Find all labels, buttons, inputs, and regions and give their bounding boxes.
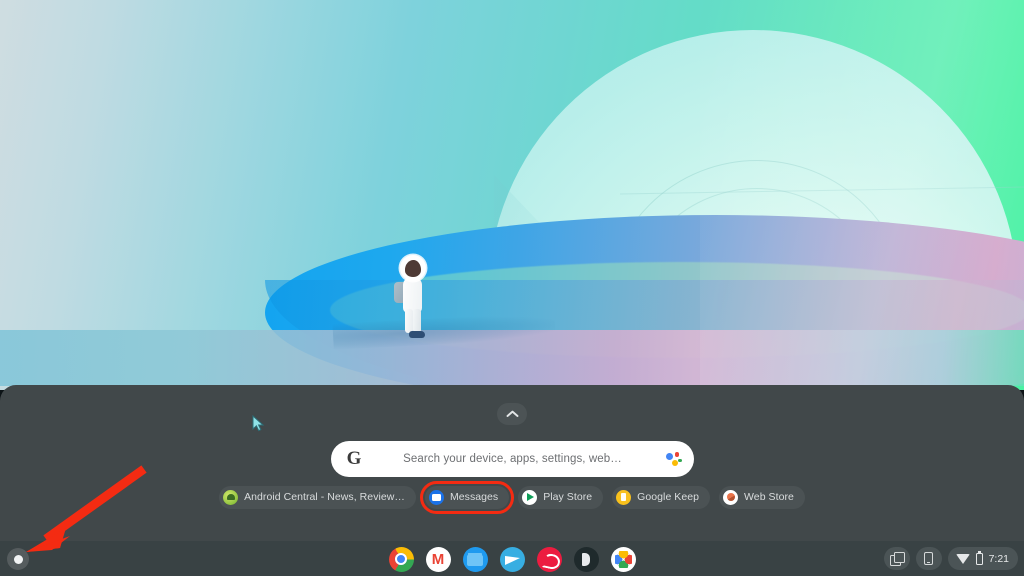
chip-play-store[interactable]: Play Store: [518, 485, 604, 509]
search-input[interactable]: Search your device, apps, settings, web…: [331, 441, 694, 477]
shelf-app-gmail[interactable]: [425, 546, 451, 572]
mouse-cursor: [252, 415, 265, 432]
astronaut-figure: [392, 255, 436, 340]
astronaut-leg-right: [413, 309, 421, 333]
chip-android-central[interactable]: Android Central - News, Review…: [219, 485, 416, 509]
chip-messages[interactable]: Messages: [419, 480, 515, 514]
chromeos-desktop: G Search your device, apps, settings, we…: [0, 0, 1024, 576]
astronaut-leg-left: [405, 309, 413, 333]
clock-label: 7:21: [988, 552, 1009, 565]
shelf-app-authy[interactable]: [536, 546, 562, 572]
web-store-icon: [723, 489, 739, 505]
phone-hub-icon: [924, 552, 934, 565]
google-assistant-icon[interactable]: [666, 452, 682, 467]
status-tray: 7:21: [883, 547, 1018, 570]
chip-google-keep[interactable]: Google Keep: [612, 485, 711, 509]
astronaut-body: [403, 277, 422, 313]
annotation-arrow: [26, 465, 147, 552]
battery-icon: [975, 550, 983, 565]
phone-hub-button[interactable]: [915, 547, 942, 570]
shelf-app-telegram[interactable]: [499, 546, 525, 572]
android-central-icon: [223, 489, 239, 505]
shelf-app-chrome[interactable]: [388, 546, 414, 572]
screen-capture-button[interactable]: [883, 547, 910, 570]
google-keep-icon: [616, 489, 632, 505]
chip-web-store[interactable]: Web Store: [719, 485, 805, 509]
wifi-icon: [955, 553, 970, 564]
play-store-icon: [522, 489, 538, 505]
shelf-app-google-photos[interactable]: [610, 546, 636, 572]
chip-label: Google Keep: [637, 491, 700, 503]
desktop-wallpaper: [0, 0, 1024, 390]
shelf-app-files[interactable]: [462, 546, 488, 572]
chip-label: Play Store: [543, 491, 593, 503]
astronaut-boot: [409, 331, 425, 338]
chip-label: Web Store: [744, 491, 794, 503]
shelf-app-dark-app[interactable]: [573, 546, 599, 572]
chip-label: Android Central - News, Review…: [244, 491, 405, 503]
search-bar[interactable]: G Search your device, apps, settings, we…: [331, 441, 694, 477]
status-area-button[interactable]: 7:21: [947, 547, 1018, 570]
messages-icon: [428, 489, 444, 505]
chevron-up-icon: [506, 410, 518, 417]
chip-label: Messages: [449, 491, 499, 503]
astronaut-visor: [404, 259, 421, 277]
collapse-launcher-button[interactable]: [497, 403, 527, 425]
screen-capture-icon: [890, 552, 905, 566]
